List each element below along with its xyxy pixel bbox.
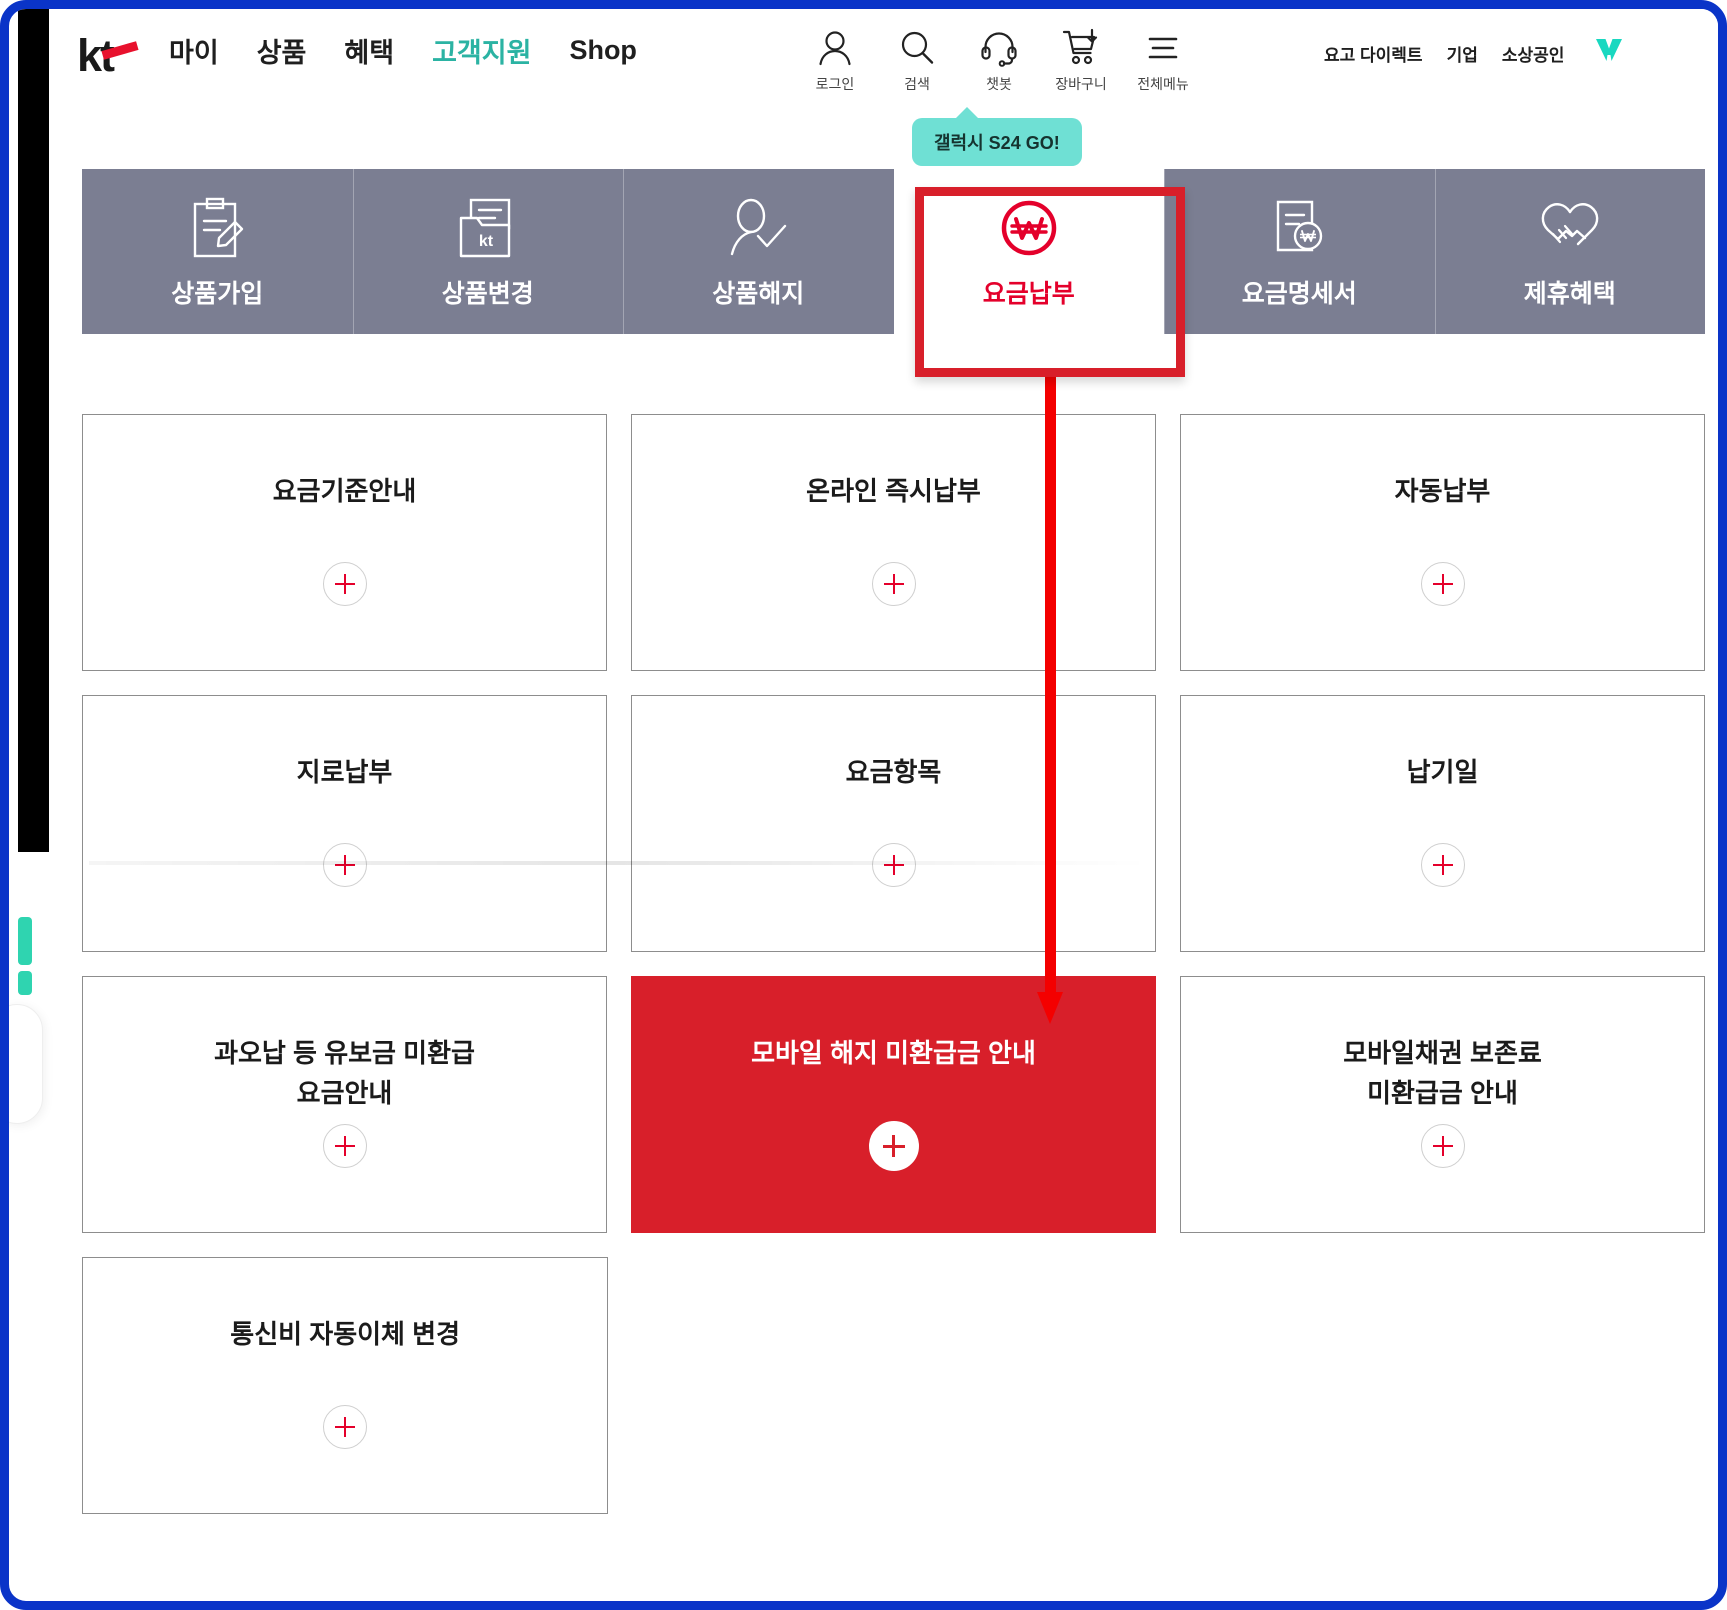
card-title: 요금기준안내 [272,476,417,506]
login-button[interactable]: 로그인 [794,25,876,94]
header-right-links: 요고 다이렉트 기업 소상공인 [1324,41,1564,66]
site-header: kt 마이 상품 혜택 고객지원 Shop 로그인 검색 챗봇 장바구니 전체메… [49,9,1718,114]
category-label: 제휴혜택 [1523,279,1616,308]
card-row: 통신비 자동이체 변경 [82,1257,1705,1514]
card-auto-transfer-change[interactable]: 통신비 자동이체 변경 [82,1257,609,1514]
search-label: 검색 [904,76,930,92]
search-icon [898,25,936,71]
card-online-instant-payment[interactable]: 온라인 즉시납부 [631,414,1156,671]
cart-icon [1061,25,1101,71]
card-title: 모바일채권 보존료 미환급금 안내 [1343,1038,1542,1109]
plus-icon[interactable] [322,843,367,887]
category-label: 상품변경 [441,279,534,308]
card-title: 납기일 [1406,757,1479,787]
category-label: 상품해지 [712,279,805,308]
link-yogo-direct[interactable]: 요고 다이렉트 [1324,41,1423,66]
category-product-change[interactable]: kt 상품변경 [352,169,624,334]
chatbot-button[interactable]: 챗봇 [958,25,1040,94]
headset-icon [979,25,1019,71]
category-label: 상품가입 [171,279,264,308]
won-circle-icon [996,194,1062,266]
plus-icon[interactable] [1420,843,1465,887]
category-bill-payment[interactable]: 요금납부 [893,169,1164,334]
all-menu-label: 전체메뉴 [1137,76,1189,92]
chatbot-tooltip[interactable]: 갤럭시 S24 GO! [912,107,1082,166]
annotation-frame: kt 마이 상품 혜택 고객지원 Shop 로그인 검색 챗봇 장바구니 전체메… [0,0,1727,1610]
category-bill-statement[interactable]: 요금명세서 [1164,169,1435,334]
cart-label: 장바구니 [1055,76,1107,92]
nav-item-customer-support[interactable]: 고객지원 [432,31,531,70]
card-row: 지로납부 요금항목 납기일 [82,695,1705,952]
plus-icon[interactable] [868,1121,919,1171]
card-giro-payment[interactable]: 지로납부 [82,695,607,952]
card-due-date[interactable]: 납기일 [1180,695,1705,952]
nav-item-benefits[interactable]: 혜택 [344,31,394,70]
plus-icon[interactable] [322,1124,367,1168]
utility-icons: 로그인 검색 챗봇 장바구니 전체메뉴 [794,25,1204,94]
svg-text:kt: kt [479,233,494,250]
person-check-icon [725,194,791,266]
y-logo-icon[interactable] [1589,31,1629,71]
nav-item-shop[interactable]: Shop [569,35,637,66]
plus-icon[interactable] [871,843,916,887]
plus-icon[interactable] [1420,1124,1465,1168]
card-title: 요금항목 [845,757,942,787]
nav-item-my[interactable]: 마이 [169,31,219,70]
floating-chat-widget-edge[interactable] [9,1004,43,1124]
card-title: 자동납부 [1394,476,1491,506]
teal-badge-edge-lower[interactable] [18,971,32,995]
cart-button[interactable]: 장바구니 [1040,25,1122,94]
document-won-icon [1266,194,1332,266]
card-auto-payment[interactable]: 자동납부 [1180,414,1705,671]
all-menu-button[interactable]: 전체메뉴 [1122,25,1204,94]
login-label: 로그인 [815,76,855,92]
card-title: 모바일 해지 미환급금 안내 [751,1038,1036,1068]
card-row: 요금기준안내 온라인 즉시납부 자동납부 [82,414,1705,671]
card-mobile-bond-preservation-fee[interactable]: 모바일채권 보존료 미환급금 안내 [1180,976,1705,1233]
category-partner-benefits[interactable]: 제휴혜택 [1434,169,1706,334]
card-overpayment-refund-guide[interactable]: 과오납 등 유보금 미환급 요금안내 [82,976,607,1233]
nav-item-products[interactable]: 상품 [257,31,307,70]
card-placeholder [632,1257,1156,1514]
handshake-icon [1534,194,1606,266]
category-label: 요금명세서 [1241,279,1357,308]
card-title: 온라인 즉시납부 [806,476,981,506]
main-navigation: 마이 상품 혜택 고객지원 Shop [169,31,637,70]
category-label: 요금납부 [982,279,1075,308]
service-card-grid: 요금기준안내 온라인 즉시납부 자동납부 지로납부 요금항목 납기일 과오납 등… [82,414,1705,1538]
plus-icon[interactable] [871,562,916,606]
user-icon [816,25,854,71]
plus-icon[interactable] [323,1405,368,1449]
card-mobile-termination-unrefunded[interactable]: 모바일 해지 미환급금 안내 [631,976,1156,1233]
card-placeholder [1181,1257,1705,1514]
chatbot-label: 챗봇 [986,76,1012,92]
plus-icon[interactable] [1420,562,1465,606]
card-title: 지로납부 [296,757,393,787]
kt-logo[interactable]: kt [77,32,143,80]
card-fee-items[interactable]: 요금항목 [631,695,1156,952]
tooltip-arrow [955,107,979,119]
teal-badge-edge-upper[interactable] [18,917,32,965]
card-title: 과오납 등 유보금 미환급 요금안내 [214,1038,475,1109]
category-product-cancel[interactable]: 상품해지 [623,169,894,334]
category-bar: 상품가입 kt 상품변경 상품해지 요금납부 요금명세서 제휴혜택 [82,169,1705,334]
card-rate-guide[interactable]: 요금기준안내 [82,414,607,671]
card-row: 과오납 등 유보금 미환급 요금안내 모바일 해지 미환급금 안내 모바일채권 … [82,976,1705,1233]
tooltip-text: 갤럭시 S24 GO! [934,133,1060,153]
hamburger-icon [1142,25,1184,71]
link-small-business[interactable]: 소상공인 [1502,41,1565,66]
card-title: 통신비 자동이체 변경 [230,1319,461,1349]
folder-kt-icon: kt [455,194,521,266]
link-enterprise[interactable]: 기업 [1447,41,1478,66]
kt-page: kt 마이 상품 혜택 고객지원 Shop 로그인 검색 챗봇 장바구니 전체메… [49,9,1718,1601]
category-product-signup[interactable]: 상품가입 [82,169,353,334]
clipboard-pen-icon [186,194,248,266]
plus-icon[interactable] [322,562,367,606]
left-black-strip [18,9,49,852]
search-button[interactable]: 검색 [876,25,958,94]
